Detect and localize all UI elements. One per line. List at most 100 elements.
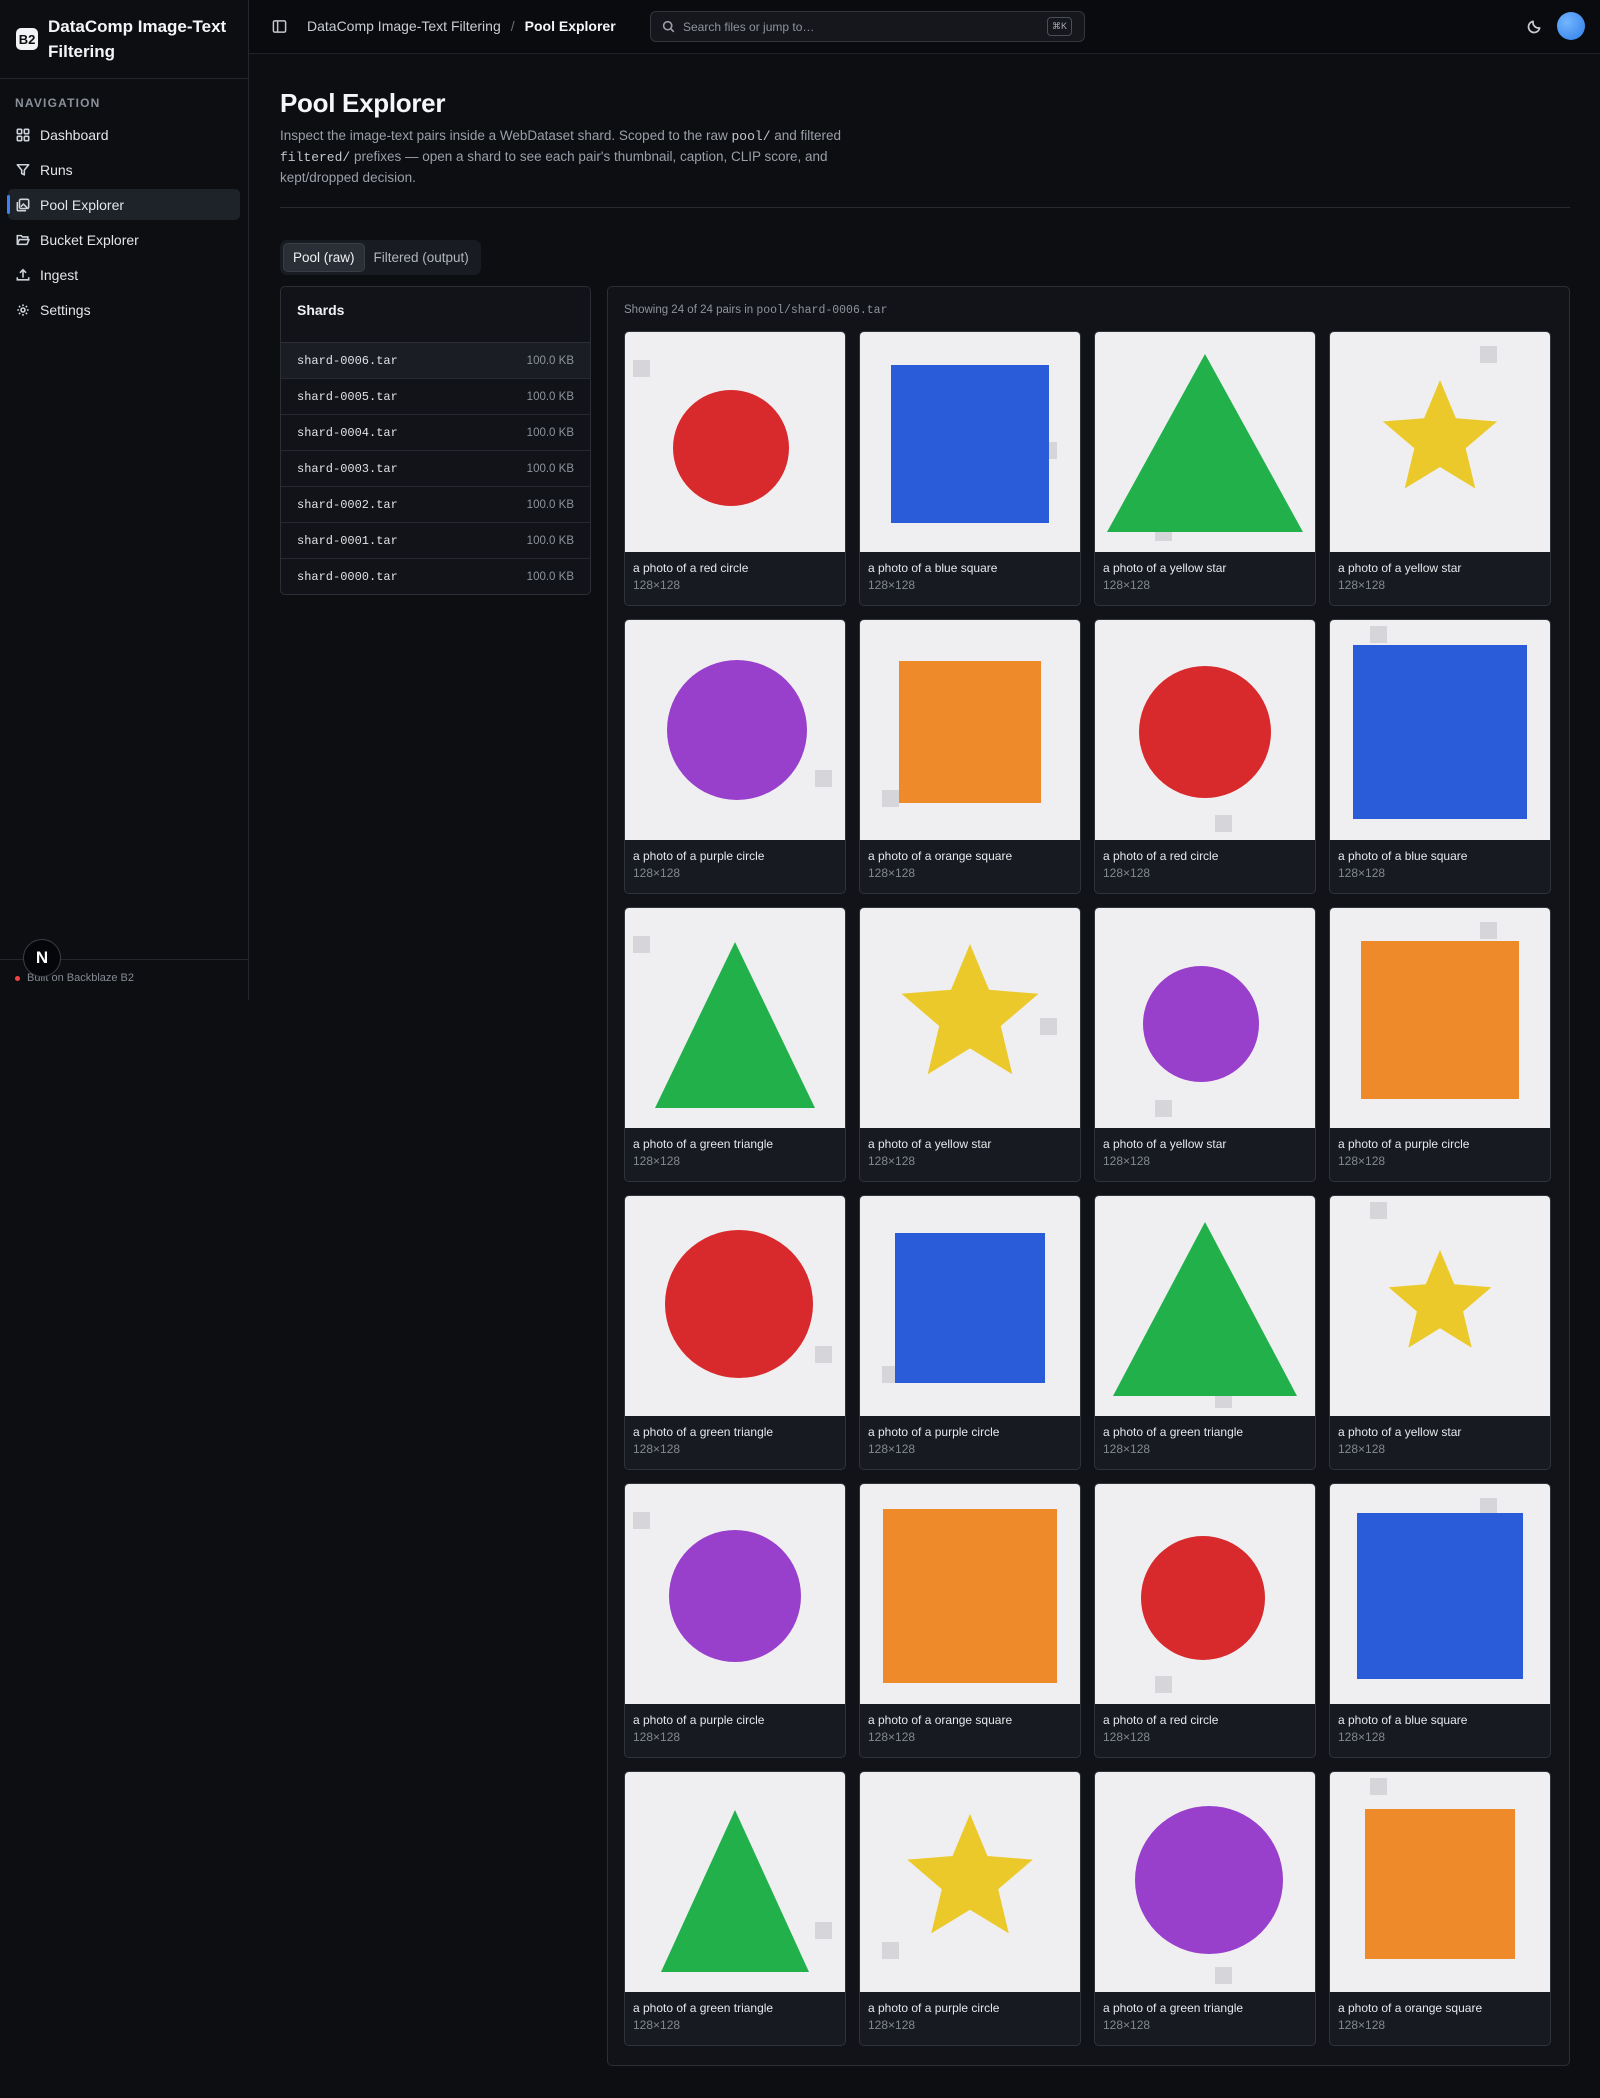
- star-shape: [907, 1814, 1033, 1934]
- circle-shape: [667, 660, 807, 800]
- pair-card[interactable]: a photo of a orange square 128×128: [859, 619, 1081, 894]
- pair-caption: a photo of a orange square: [1338, 2001, 1483, 2015]
- pair-dimensions: 128×128: [868, 1730, 916, 1744]
- shard-size: 100.0 KB: [526, 354, 574, 367]
- page-title: Pool Explorer: [280, 88, 446, 118]
- pair-dimensions: 128×128: [633, 2018, 681, 2032]
- shard-name: shard-0000.tar: [297, 570, 398, 584]
- nextjs-badge[interactable]: N: [23, 939, 61, 977]
- pair-card[interactable]: a photo of a green triangle 128×128: [1094, 1195, 1316, 1470]
- thumbnail-image: [891, 365, 1057, 523]
- dashboard-icon: [16, 128, 30, 142]
- pair-dimensions: 128×128: [868, 578, 916, 592]
- shard-row[interactable]: shard-0006.tar 100.0 KB: [281, 343, 590, 379]
- thumbnail-image: [1143, 966, 1259, 1117]
- pair-caption: a photo of a purple circle: [633, 1713, 765, 1727]
- square-shape: [899, 661, 1041, 803]
- pair-dimensions: 128×128: [633, 578, 681, 592]
- pair-card[interactable]: a photo of a purple circle 128×128: [624, 619, 846, 894]
- pair-card[interactable]: a photo of a green triangle 128×128: [1094, 1771, 1316, 2046]
- pair-card[interactable]: a photo of a purple circle 128×128: [859, 1771, 1081, 2046]
- pair-card[interactable]: a photo of a red circle 128×128: [1094, 1483, 1316, 1758]
- pair-card[interactable]: a photo of a blue square 128×128: [1329, 619, 1551, 894]
- square-shape: [883, 1509, 1057, 1683]
- pair-card[interactable]: a photo of a red circle 128×128: [624, 331, 846, 606]
- pair-thumbnail: [860, 332, 1080, 552]
- shard-row[interactable]: shard-0005.tar 100.0 KB: [281, 379, 590, 415]
- shard-row[interactable]: shard-0003.tar 100.0 KB: [281, 451, 590, 487]
- sidebar-item-bucket-explorer[interactable]: Bucket Explorer: [8, 224, 240, 255]
- moon-icon[interactable]: [1527, 19, 1542, 34]
- pair-card[interactable]: a photo of a orange square 128×128: [859, 1483, 1081, 1758]
- sidebar-item-settings[interactable]: Settings: [8, 294, 240, 325]
- sidebar-item-label: Ingest: [40, 266, 79, 283]
- pair-thumbnail: [1095, 1772, 1315, 1992]
- pair-card[interactable]: a photo of a red circle 128×128: [1094, 619, 1316, 894]
- pair-card[interactable]: a photo of a purple circle 128×128: [859, 1195, 1081, 1470]
- sidebar-item-ingest[interactable]: Ingest: [8, 259, 240, 290]
- pair-card[interactable]: a photo of a yellow star 128×128: [1094, 331, 1316, 606]
- pair-thumbnail: [1330, 620, 1550, 840]
- pair-card[interactable]: a photo of a green triangle 128×128: [624, 907, 846, 1182]
- pair-card[interactable]: a photo of a yellow star 128×128: [1329, 331, 1551, 606]
- page-description: Inspect the image-text pairs inside a We…: [280, 128, 842, 185]
- pair-caption: a photo of a red circle: [633, 561, 749, 575]
- shard-row[interactable]: shard-0002.tar 100.0 KB: [281, 487, 590, 523]
- circle-shape: [665, 1230, 813, 1378]
- pair-card[interactable]: a photo of a green triangle 128×128: [624, 1771, 846, 2046]
- circle-shape: [1135, 1806, 1283, 1954]
- pair-caption: a photo of a purple circle: [1338, 1137, 1470, 1151]
- pair-card[interactable]: a photo of a yellow star 128×128: [1094, 907, 1316, 1182]
- tab-pool-raw[interactable]: Pool (raw): [283, 243, 365, 272]
- sidebar-item-dashboard[interactable]: Dashboard: [8, 119, 240, 150]
- shard-row[interactable]: shard-0004.tar 100.0 KB: [281, 415, 590, 451]
- pair-card[interactable]: a photo of a yellow star 128×128: [859, 907, 1081, 1182]
- pair-dimensions: 128×128: [1338, 2018, 1386, 2032]
- shard-row[interactable]: shard-0001.tar 100.0 KB: [281, 523, 590, 559]
- pair-caption: a photo of a red circle: [1103, 849, 1219, 863]
- sidebar-toggle-icon[interactable]: [272, 19, 287, 34]
- avatar[interactable]: [1557, 12, 1585, 40]
- pair-dimensions: 128×128: [1103, 578, 1151, 592]
- pair-dimensions: 128×128: [633, 866, 681, 880]
- brand-logo: B2: [16, 28, 38, 50]
- breadcrumb-root[interactable]: DataComp Image-Text Filtering: [307, 18, 501, 34]
- pair-card[interactable]: a photo of a blue square 128×128: [859, 331, 1081, 606]
- tab-list: Pool (raw) Filtered (output): [280, 240, 481, 275]
- noise-patch: [1155, 1676, 1172, 1693]
- breadcrumb-separator: /: [510, 18, 515, 34]
- pair-thumbnail: [860, 620, 1080, 840]
- pair-card[interactable]: a photo of a orange square 128×128: [1329, 1771, 1551, 2046]
- pair-caption: a photo of a blue square: [1338, 849, 1468, 863]
- shard-row[interactable]: shard-0000.tar 100.0 KB: [281, 559, 590, 595]
- shard-name: shard-0006.tar: [297, 353, 398, 368]
- thumbnail-image: [901, 944, 1057, 1075]
- sidebar-item-label: Runs: [40, 161, 73, 178]
- sidebar-item-runs[interactable]: Runs: [8, 154, 240, 185]
- shard-name: shard-0004.tar: [297, 425, 398, 440]
- pair-thumbnail: [1095, 620, 1315, 840]
- pair-dimensions: 128×128: [633, 1442, 681, 1456]
- pair-thumbnail: [860, 1196, 1080, 1416]
- search-input[interactable]: [683, 19, 1043, 34]
- brand[interactable]: B2 DataComp Image-Text Filtering: [0, 0, 248, 79]
- nav-heading: NAVIGATION: [15, 96, 101, 110]
- pair-dimensions: 128×128: [1338, 1442, 1386, 1456]
- pair-card[interactable]: a photo of a yellow star 128×128: [1329, 1195, 1551, 1470]
- pair-card[interactable]: a photo of a purple circle 128×128: [624, 1483, 846, 1758]
- square-shape: [1365, 1809, 1515, 1959]
- noise-patch: [1480, 346, 1497, 363]
- tab-filtered-output[interactable]: Filtered (output): [365, 243, 478, 272]
- star-shape: [1388, 1250, 1492, 1348]
- pair-card[interactable]: a photo of a blue square 128×128: [1329, 1483, 1551, 1758]
- pair-dimensions: 128×128: [1103, 866, 1151, 880]
- sidebar-item-pool-explorer[interactable]: Pool Explorer: [7, 189, 240, 220]
- search-box[interactable]: ⌘K: [650, 11, 1085, 42]
- pair-dimensions: 128×128: [1103, 2018, 1151, 2032]
- pair-caption: a photo of a purple circle: [868, 2001, 1000, 2015]
- pair-card[interactable]: a photo of a green triangle 128×128: [624, 1195, 846, 1470]
- pair-dimensions: 128×128: [868, 2018, 916, 2032]
- pair-caption: a photo of a green triangle: [1103, 2001, 1244, 2015]
- shard-size: 100.0 KB: [526, 462, 574, 475]
- pair-card[interactable]: a photo of a purple circle 128×128: [1329, 907, 1551, 1182]
